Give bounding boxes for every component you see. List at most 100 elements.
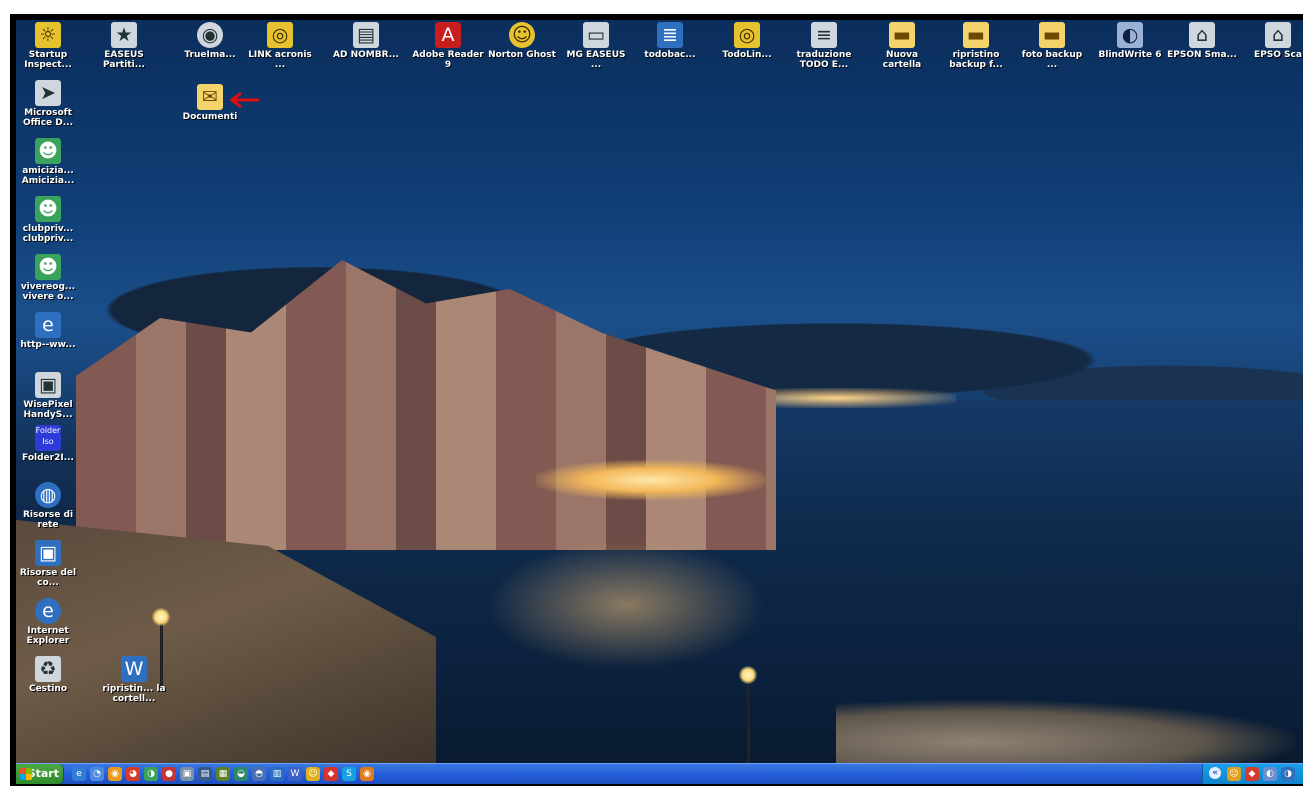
- system-tray: « ☺ ◆ ◐ ◑: [1202, 764, 1303, 784]
- icon-label: amicizia... Amicizia...: [21, 166, 75, 186]
- quick-launch-icon[interactable]: S: [342, 767, 356, 781]
- desktop-icon-blindwrite[interactable]: ◐ BlindWrite 6: [1094, 22, 1166, 60]
- quick-launch-icon[interactable]: ◕: [126, 767, 140, 781]
- desktop-icon-clubpriv[interactable]: ☻ clubpriv... clubpriv...: [16, 196, 84, 244]
- computer-icon: ▣: [35, 540, 61, 566]
- tray-icon[interactable]: ◐: [1263, 767, 1277, 781]
- wallpaper-rocks: [836, 700, 1296, 763]
- norton-ghost-icon: ☺: [509, 22, 535, 48]
- taskbar: Start e ◔ ◉ ◕ ◑ ● ▣ ▤ ▦ ◒ ◓ ▥ W ☺ ◆ S ◉ …: [16, 763, 1303, 784]
- desktop-icon-todolink[interactable]: ◎ TodoLin...: [711, 22, 783, 60]
- documents-folder-icon: ✉: [197, 84, 223, 110]
- icon-label: BlindWrite 6: [1098, 50, 1162, 60]
- desktop-icon-epson-smart[interactable]: ⌂ EPSON Sma...: [1166, 22, 1238, 60]
- quick-launch-icon[interactable]: ◔: [90, 767, 104, 781]
- archive-icon: ≣: [657, 22, 683, 48]
- icon-label: traduzione TODO E...: [796, 50, 852, 70]
- quick-launch-icon[interactable]: ▦: [216, 767, 230, 781]
- desktop-icon-easeus-partition[interactable]: ★ EASEUS Partiti...: [88, 22, 160, 70]
- users-icon: ☻: [35, 254, 61, 280]
- desktop-icon-amicizia[interactable]: ☻ amicizia... Amicizia...: [16, 138, 84, 186]
- desktop-icon-todobackup[interactable]: ≣ todobac...: [634, 22, 706, 60]
- windows-flag-icon: [20, 768, 32, 780]
- icon-label: TrueIma...: [184, 50, 236, 60]
- quick-launch-icon[interactable]: W: [288, 767, 302, 781]
- desktop-icon-ripristino-cartella[interactable]: W ripristin... la cortell...: [98, 656, 170, 704]
- folder-icon: ▬: [1039, 22, 1065, 48]
- tray-expand-chevron-icon[interactable]: «: [1209, 767, 1221, 779]
- wallpaper-reflection: [486, 540, 766, 670]
- desktop-icon-risorse-rete[interactable]: ◍ Risorse di rete: [16, 482, 84, 530]
- desktop[interactable]: ☼ Startup Inspect... ★ EASEUS Partiti...…: [16, 20, 1303, 763]
- internet-shortcut-icon: e: [35, 312, 61, 338]
- drive-icon: ▭: [583, 22, 609, 48]
- screenshot-frame: ☼ Startup Inspect... ★ EASEUS Partiti...…: [10, 14, 1303, 786]
- quick-launch-icon[interactable]: ▤: [198, 767, 212, 781]
- desktop-icon-traduzione[interactable]: ≡ traduzione TODO E...: [788, 22, 860, 70]
- quick-launch-icon[interactable]: ◒: [234, 767, 248, 781]
- folder2iso-icon: Folder Iso: [35, 425, 61, 451]
- start-button[interactable]: Start: [16, 764, 64, 784]
- quick-launch-icon[interactable]: ▣: [180, 767, 194, 781]
- icon-label: ripristino backup f...: [949, 50, 1003, 70]
- desktop-icon-trueimage[interactable]: ◉ TrueIma...: [174, 22, 246, 60]
- icon-label: Cestino: [28, 684, 68, 694]
- icon-label: todobac...: [644, 50, 696, 60]
- icon-label: Risorse del co...: [19, 568, 77, 588]
- desktop-icon-foto-backup[interactable]: ▬ foto backup ...: [1016, 22, 1088, 70]
- camera-icon: ▣: [35, 372, 61, 398]
- icon-label: Risorse di rete: [22, 510, 74, 530]
- desktop-icon-internet-explorer[interactable]: e Internet Explorer: [16, 598, 84, 646]
- desktop-icon-office-doc[interactable]: ➤ Microsoft Office D...: [16, 80, 84, 128]
- icon-label: ripristin... la cortell...: [102, 684, 166, 704]
- wallpaper: [16, 20, 1303, 763]
- icon-label: Internet Explorer: [26, 626, 70, 646]
- icon-label: Documenti: [182, 112, 238, 122]
- quick-launch-icon[interactable]: ▥: [270, 767, 284, 781]
- tray-icon[interactable]: ☺: [1227, 767, 1241, 781]
- icon-label: AD NOMBR...: [333, 50, 399, 60]
- icon-label: EASEUS Partiti...: [103, 50, 145, 70]
- office-shortcut-icon: ➤: [35, 80, 61, 106]
- quick-launch-icon[interactable]: ◆: [324, 767, 338, 781]
- folder-icon: ▬: [963, 22, 989, 48]
- internet-explorer-icon: e: [35, 598, 61, 624]
- quick-launch-icon[interactable]: ◓: [252, 767, 266, 781]
- desktop-icon-norton-ghost[interactable]: ☺ Norton Ghost: [486, 22, 558, 60]
- desktop-icon-ripristino-backup[interactable]: ▬ ripristino backup f...: [940, 22, 1012, 70]
- desktop-icon-ad-nombre[interactable]: ▤ AD NOMBR...: [330, 22, 402, 60]
- icon-label: Startup Inspect...: [24, 50, 72, 70]
- desktop-icon-risorse-computer[interactable]: ▣ Risorse del co...: [16, 540, 84, 588]
- desktop-icon-epson-scan[interactable]: ⌂ EPSO Sca: [1242, 22, 1303, 60]
- desktop-icon-cestino[interactable]: ♻ Cestino: [16, 656, 84, 694]
- desktop-icon-link-acronis[interactable]: ◎ LINK acronis ...: [244, 22, 316, 70]
- desktop-icon-mg-easeus[interactable]: ▭ MG EASEUS ...: [560, 22, 632, 70]
- quick-launch-icon[interactable]: ◑: [144, 767, 158, 781]
- quick-launch-icon[interactable]: ◉: [108, 767, 122, 781]
- trueimage-icon: ◉: [197, 22, 223, 48]
- tray-icon[interactable]: ◆: [1245, 767, 1259, 781]
- desktop-icon-vivereog[interactable]: ☻ vivereog... vivere o...: [16, 254, 84, 302]
- quick-launch-icon[interactable]: ●: [162, 767, 176, 781]
- desktop-icon-http-ww[interactable]: e http--ww...: [16, 312, 84, 350]
- disc-icon: ◐: [1117, 22, 1143, 48]
- desktop-icon-nuova-cartella[interactable]: ▬ Nuova cartella: [866, 22, 938, 70]
- icon-label: Adobe Reader 9: [412, 50, 484, 70]
- text-file-icon: ≡: [811, 22, 837, 48]
- annotation-arrow-icon: [229, 91, 259, 109]
- desktop-icon-adobe-reader[interactable]: A Adobe Reader 9: [412, 22, 484, 70]
- desktop-icon-startup-inspector[interactable]: ☼ Startup Inspect...: [16, 22, 84, 70]
- icon-label: MG EASEUS ...: [566, 50, 626, 70]
- users-icon: ☻: [35, 138, 61, 164]
- desktop-icon-wisepixel[interactable]: ▣ WisePixel HandyS...: [16, 372, 84, 420]
- users-icon: ☻: [35, 196, 61, 222]
- quick-launch-icon[interactable]: ◉: [360, 767, 374, 781]
- tray-icon[interactable]: ◑: [1281, 767, 1295, 781]
- desktop-icon-folder2iso[interactable]: Folder Iso Folder2I...: [16, 425, 84, 463]
- recycle-bin-icon: ♻: [35, 656, 61, 682]
- quick-launch-ie-icon[interactable]: e: [72, 767, 86, 781]
- easeus-icon: ★: [111, 22, 137, 48]
- quick-launch-icon[interactable]: ☺: [306, 767, 320, 781]
- document-shortcut-icon: ▤: [353, 22, 379, 48]
- icon-label: LINK acronis ...: [248, 50, 312, 70]
